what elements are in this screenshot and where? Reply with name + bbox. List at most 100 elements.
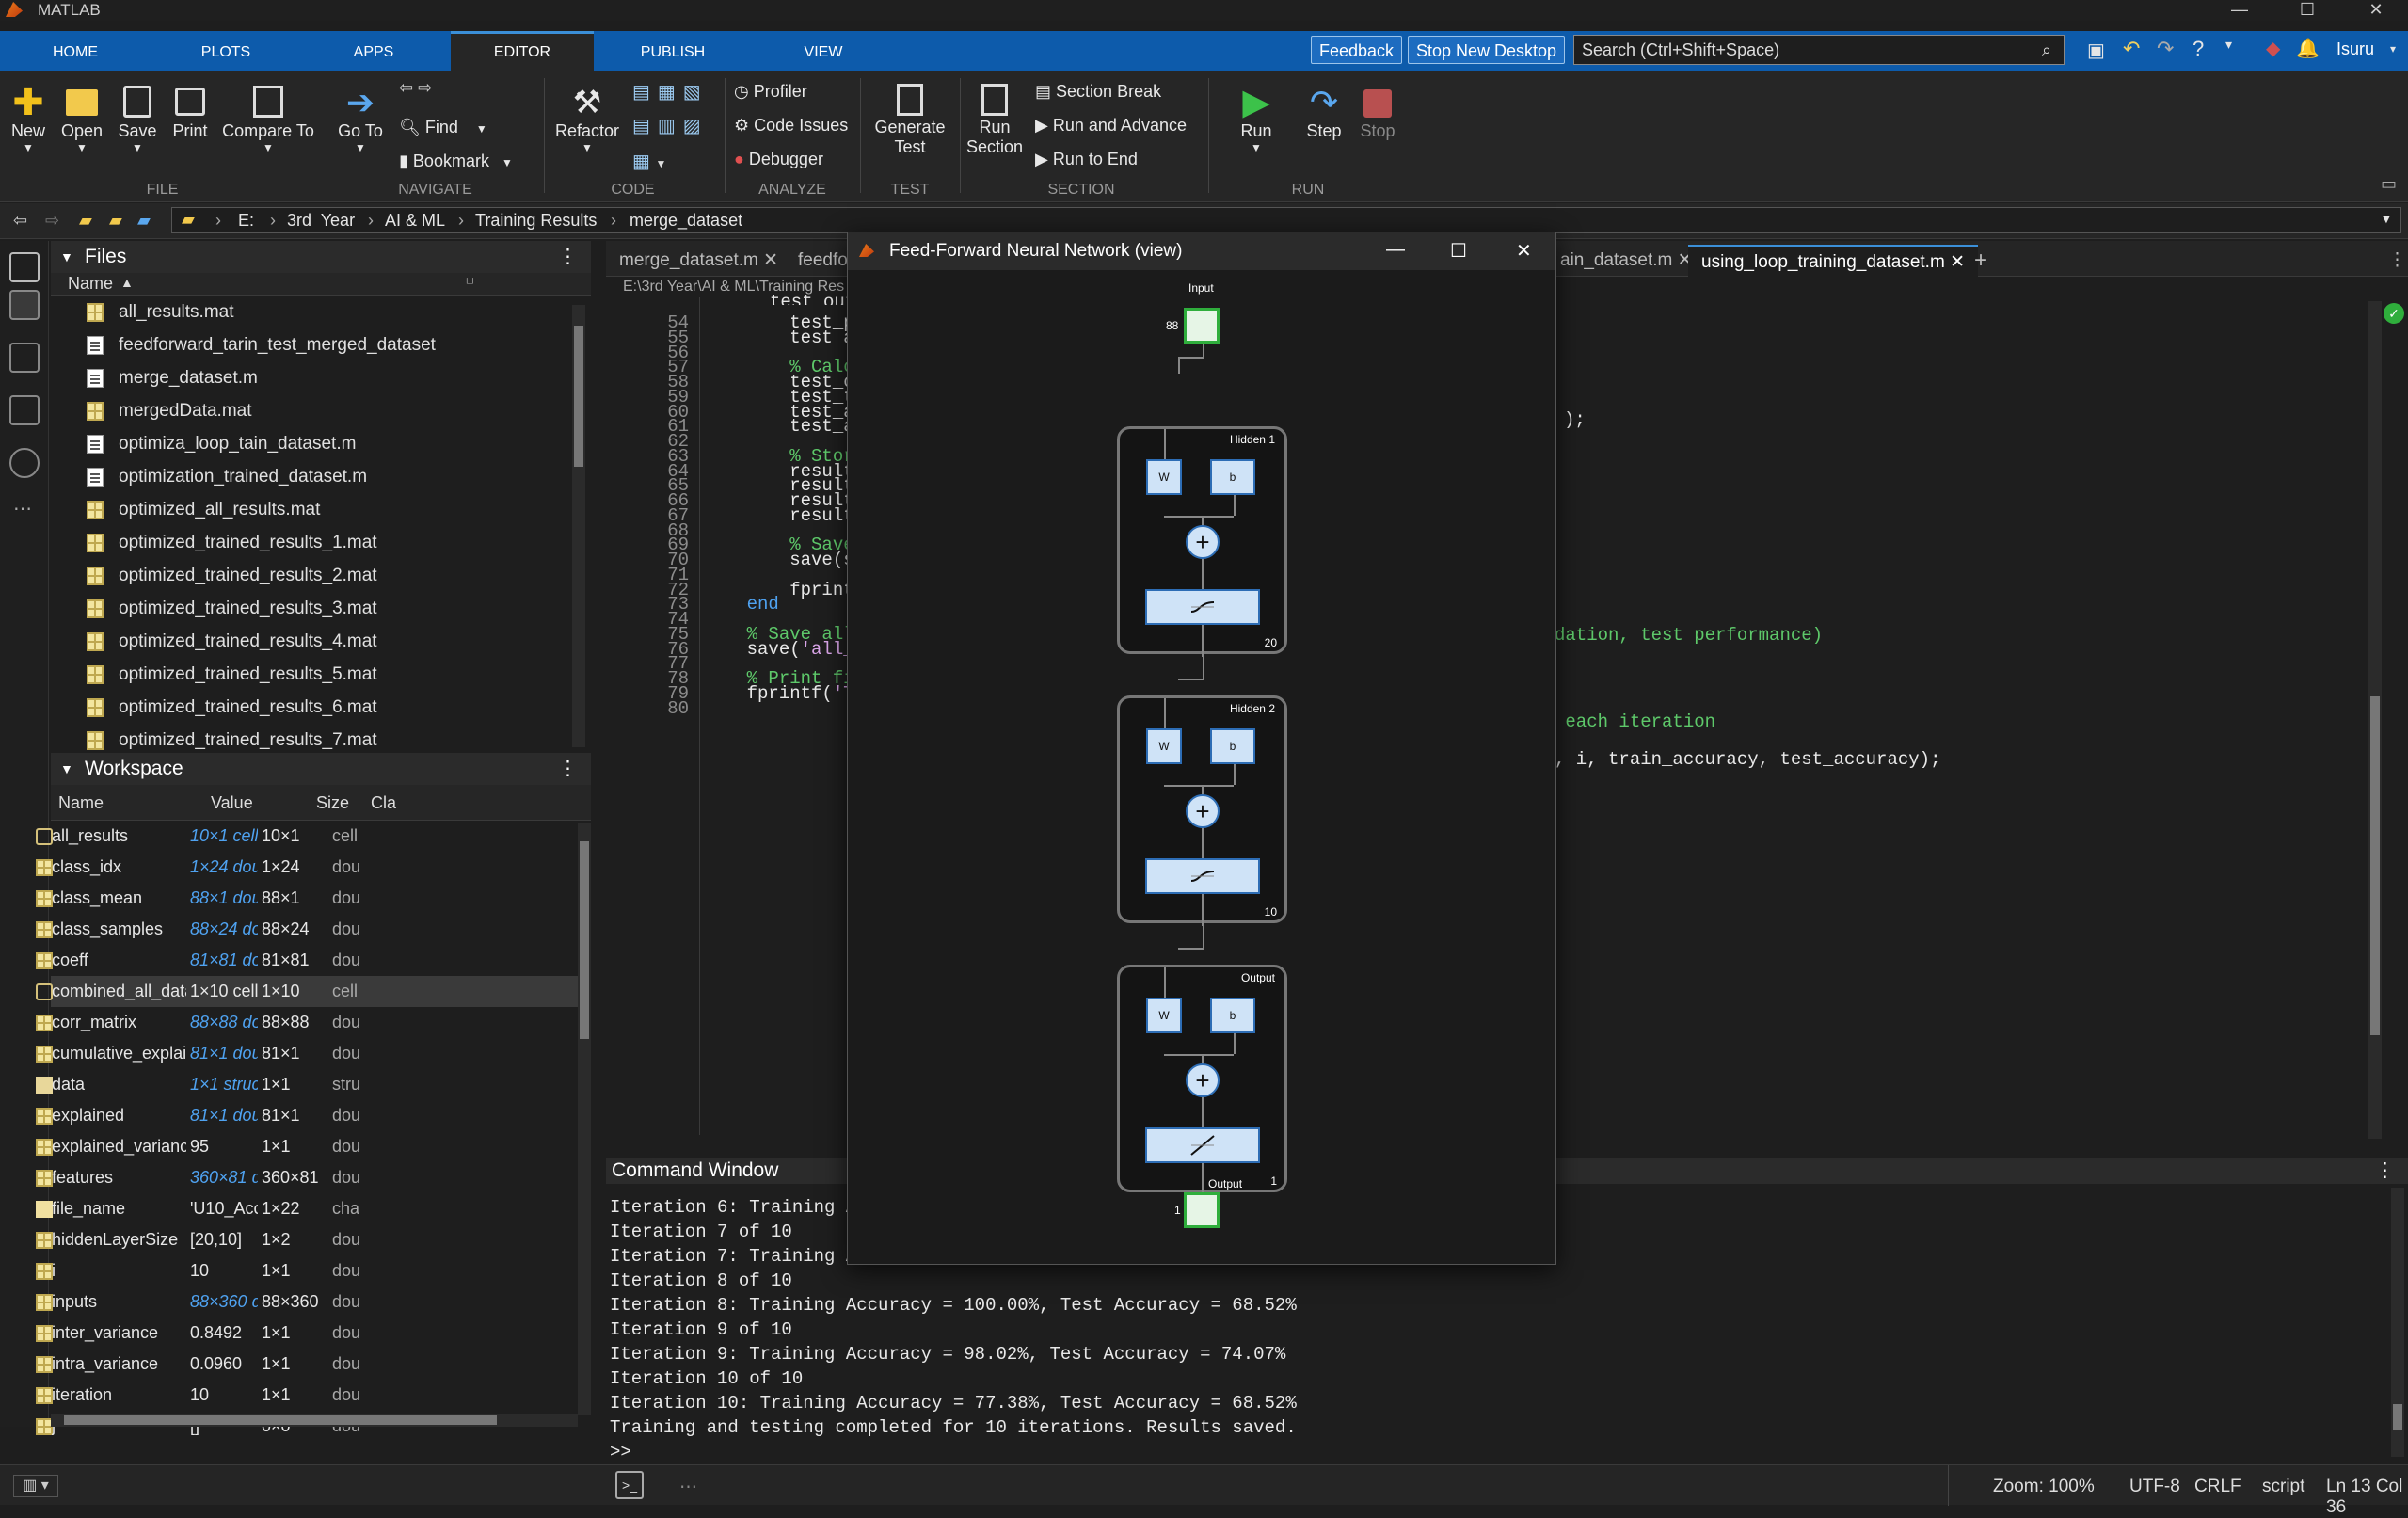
run-button[interactable]: ▶ Run ▼ [1223,84,1289,154]
code-format-icons-row1[interactable]: ▤▦▧ [632,80,709,104]
tab-plots[interactable]: PLOTS [188,31,263,71]
cmd-scroll-thumb[interactable] [2393,1404,2402,1430]
code-more-icon[interactable]: ▦ ▼ [632,150,666,173]
ws-col-value[interactable]: Value [211,785,253,821]
workspace-row[interactable]: explained_variance_thresho...95 1×1 doub [36,1131,591,1162]
collapse-ribbon-icon[interactable]: ▭ [2381,174,2397,194]
file-list-item[interactable]: optimiza_loop_tain_dataset.m [51,427,591,460]
files-scroll-thumb[interactable] [574,326,583,467]
status-line-ending[interactable]: CRLF [2194,1477,2241,1497]
tab-apps[interactable]: APPS [336,31,411,71]
editor-menu-icon[interactable]: ⋮ [2375,245,2408,277]
command-menu-icon[interactable]: ⋮ [2375,1158,2395,1184]
redo-icon[interactable]: ↷ [2157,37,2174,61]
undo-icon[interactable]: ↶ [2123,37,2140,61]
weight-block[interactable]: W [1146,998,1182,1033]
weight-block[interactable]: W [1146,728,1182,764]
open-button[interactable]: Open ▼ [58,84,105,154]
close-icon[interactable]: ✕ [2348,0,2404,21]
file-list-item[interactable]: feedforward_tarin_test_merged_dataset [51,328,591,361]
workspace-row[interactable]: corr_matrix 88×88 double88×88 doub [36,1007,591,1038]
workspace-hscrollbar[interactable] [51,1414,578,1427]
file-list-item[interactable]: optimized_all_results.mat [51,493,591,526]
minimize-icon[interactable]: — [2211,0,2268,21]
bias-block[interactable]: b [1210,459,1255,495]
community-icon[interactable]: ◆ [2266,37,2280,60]
file-list-item[interactable]: optimization_trained_dataset.m [51,460,591,493]
nn-maximize-icon[interactable]: ☐ [1450,232,1467,270]
status-zoom[interactable]: Zoom: 100% [1993,1477,2095,1497]
output-node[interactable] [1184,1192,1220,1228]
sum-plus-icon[interactable]: + [1186,1063,1220,1097]
find-button[interactable]: 🔍︎ Find ▼ [399,118,487,137]
layer-box[interactable]: Hidden 1 20 Wb + [1117,426,1287,657]
breadcrumb-item[interactable]: AI & ML [385,211,445,231]
file-list-item[interactable]: optimized_trained_results_1.mat [51,526,591,559]
layer-box[interactable]: Hidden 2 10 Wb + [1117,695,1287,926]
code-issues-button[interactable]: ⚙ Code Issues [734,116,848,136]
name-column[interactable]: Name [68,274,113,294]
workspace-panel-icon[interactable] [9,290,40,320]
command-history-icon[interactable] [9,395,40,425]
workspace-row[interactable]: intra_variance 0.0960 1×1 doub [36,1349,591,1380]
breadcrumb-item[interactable]: merge_dataset [630,211,742,231]
feedback-button[interactable]: Feedback [1311,36,1403,64]
workspace-row[interactable]: hiddenLayerSize [20,10] 1×2 doub [36,1224,591,1255]
breadcrumb-item[interactable]: Training Results [475,211,597,231]
nn-window-titlebar[interactable]: Feed-Forward Neural Network (view) — ☐ ✕ [848,232,1555,270]
files-panel-icon[interactable] [9,252,40,282]
input-node[interactable] [1184,308,1220,344]
section-break-button[interactable]: ▤ Section Break [1035,82,1161,102]
ws-col-name[interactable]: Name [58,785,104,821]
command-scrollbar[interactable] [2391,1188,2404,1457]
editor-scroll-thumb[interactable] [2370,696,2380,1035]
file-list-item[interactable]: optimized_trained_results_4.mat [51,625,591,658]
stop-button[interactable]: Stop [1349,84,1406,141]
user-dropdown-icon[interactable]: ▾ [2390,42,2396,56]
debugger-button[interactable]: ● Debugger [734,150,823,169]
goto-button[interactable]: ➔ Go To ▼ [331,84,390,155]
workspace-row[interactable]: coeff 81×81 double81×81 doub [36,945,591,976]
search-icon[interactable]: ⌕ [2042,40,2051,60]
path-dropdown-icon[interactable]: ▼ [2380,211,2393,226]
nn-minimize-icon[interactable]: — [1386,231,1405,268]
path-field[interactable]: ▰ › E: › 3rd Year › AI & ML › Training R… [171,207,2401,233]
workspace-row[interactable]: class_samples 88×24 double88×24 doub [36,914,591,945]
bias-block[interactable]: b [1210,728,1255,764]
workspace-row[interactable]: features 360×81 dou...360×81 doub [36,1162,591,1193]
purelin-transfer-icon[interactable] [1145,1127,1260,1163]
file-list-item[interactable]: optimized_trained_results_3.mat [51,592,591,625]
refactor-button[interactable]: ⚒ Refactor ▼ [550,84,625,154]
run-advance-button[interactable]: ▶ Run and Advance [1035,116,1187,136]
workspace-row[interactable]: file_name 'U10_Acc_Ti...1×22 char [36,1193,591,1224]
status-cursor-position[interactable]: Ln 13 Col 36 [2326,1477,2408,1518]
workspace-scrollbar[interactable] [578,823,591,1415]
nn-close-icon[interactable]: ✕ [1516,232,1532,270]
weight-block[interactable]: W [1146,459,1182,495]
workspace-row[interactable]: all_results 10×1 cell 10×1 cell [36,821,591,852]
sum-plus-icon[interactable]: + [1186,794,1220,828]
workspace-menu-icon[interactable]: ⋮ [558,753,578,785]
back-arrow-icon[interactable]: ⇦ [13,211,27,231]
tab-home[interactable]: HOME [38,31,113,71]
status-encoding[interactable]: UTF-8 [2129,1477,2180,1497]
file-list-item[interactable]: mergedData.mat [51,394,591,427]
ws-col-class[interactable]: Cla [371,785,396,821]
workspace-row[interactable]: class_idx 1×24 double1×24 doub [36,852,591,883]
bias-block[interactable]: b [1210,998,1255,1033]
forward-arrow-icon[interactable]: ⇨ [45,211,59,231]
file-list-item[interactable]: merge_dataset.m [51,361,591,394]
help-dropdown-icon[interactable]: ▾ [2225,37,2232,53]
search-input[interactable]: Search (Ctrl+Shift+Space) [1573,35,2065,65]
breadcrumb-item[interactable]: E: [238,211,254,231]
search-folder-icon[interactable]: ▰ [137,211,151,231]
project-icon[interactable] [9,343,40,373]
ws-scroll-thumb[interactable] [580,841,589,1039]
workspace-row[interactable]: data 1×1 struct1×1 struc [36,1069,591,1100]
file-list-item[interactable]: optimized_trained_results_6.mat [51,691,591,724]
files-scrollbar[interactable] [572,305,585,747]
save-icon[interactable]: ▣ [2087,39,2105,62]
up-folder-icon[interactable]: ▰ [79,211,92,231]
workspace-row[interactable]: iteration 10 1×1 doub [36,1380,591,1411]
add-ons-icon[interactable] [9,448,40,478]
